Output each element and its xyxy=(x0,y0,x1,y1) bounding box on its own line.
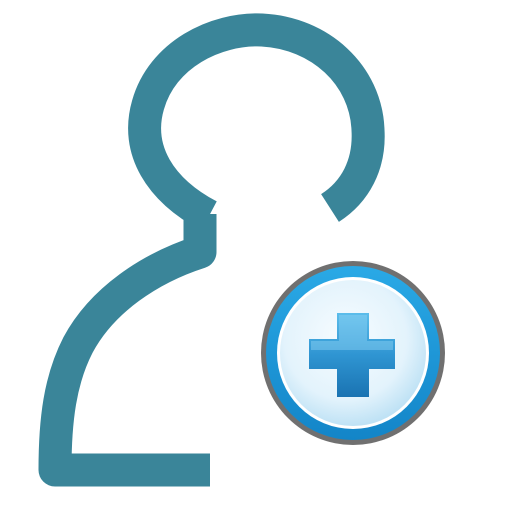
add-user-icon xyxy=(0,0,512,512)
person-body-outline xyxy=(38,214,217,487)
add-user-icon-svg xyxy=(38,13,445,487)
person-head-outline xyxy=(128,13,385,231)
plus-badge-icon xyxy=(261,261,445,445)
